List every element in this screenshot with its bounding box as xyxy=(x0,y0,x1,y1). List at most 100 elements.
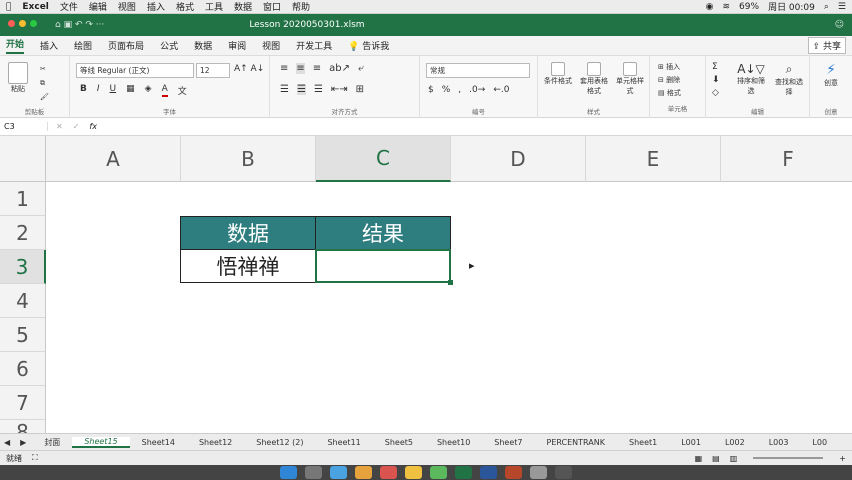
comma-icon[interactable]: , xyxy=(458,85,461,95)
finder-icon[interactable] xyxy=(280,466,297,479)
record-icon[interactable]: ◉ xyxy=(706,2,714,12)
wifi-icon[interactable]: ≋ xyxy=(723,2,731,12)
wrap-text-icon[interactable]: ⤶ xyxy=(358,63,364,74)
align-center-icon[interactable]: ☰ xyxy=(296,84,306,95)
powerpoint-icon[interactable] xyxy=(505,466,522,479)
merge-icon[interactable]: ⊞ xyxy=(356,84,364,95)
format-cells-button[interactable]: ▤ 格式 xyxy=(658,87,681,100)
sheet-tab-sheet11[interactable]: Sheet11 xyxy=(315,438,372,447)
align-middle-icon[interactable]: ≡ xyxy=(296,63,305,74)
search-icon[interactable]: ⌕ xyxy=(824,2,829,12)
sheet-tab-sheet12[interactable]: Sheet12 xyxy=(187,438,244,447)
word-icon[interactable] xyxy=(480,466,497,479)
align-bottom-icon[interactable]: ≡ xyxy=(313,63,321,74)
row-header-6[interactable]: 6 xyxy=(0,352,46,386)
border-icon[interactable]: ▦ xyxy=(126,84,135,97)
autosum-icon[interactable]: Σ xyxy=(712,62,718,72)
row-header-7[interactable]: 7 xyxy=(0,386,46,420)
sheet-tab-l003[interactable]: L003 xyxy=(757,438,801,447)
menu-file[interactable]: 文件 xyxy=(60,0,78,13)
sheet-tab-cover[interactable]: 封面 xyxy=(32,437,72,448)
clock[interactable]: 周日 00:09 xyxy=(768,0,815,13)
row-header-8[interactable]: 8 xyxy=(0,420,46,433)
cell-b2[interactable]: 数据 xyxy=(180,216,316,250)
col-header-f[interactable]: F xyxy=(721,136,852,182)
profile-icon[interactable]: ☺ xyxy=(835,20,844,30)
normal-view-icon[interactable]: ▦ xyxy=(695,454,703,463)
trash-icon[interactable] xyxy=(555,466,572,479)
percent-icon[interactable]: % xyxy=(442,85,451,95)
row-header-2[interactable]: 2 xyxy=(0,216,46,250)
menu-format[interactable]: 格式 xyxy=(176,0,194,13)
name-box[interactable]: C3 xyxy=(0,122,48,131)
row-header-4[interactable]: 4 xyxy=(0,284,46,318)
select-all-corner[interactable] xyxy=(0,136,46,182)
fill-color-icon[interactable]: ◈ xyxy=(145,84,152,97)
fill-handle[interactable] xyxy=(448,280,453,285)
col-header-d[interactable]: D xyxy=(451,136,586,182)
settings-icon[interactable] xyxy=(530,466,547,479)
format-as-table-button[interactable]: 套用表格格式 xyxy=(578,62,610,96)
tab-formulas[interactable]: 公式 xyxy=(160,39,178,52)
row-header-5[interactable]: 5 xyxy=(0,318,46,352)
cut-icon[interactable]: ✂ xyxy=(40,65,46,73)
sheet-tab-l00[interactable]: L00 xyxy=(800,438,839,447)
minimize-icon[interactable] xyxy=(19,20,26,27)
bold-icon[interactable]: B xyxy=(80,84,87,97)
page-layout-view-icon[interactable]: ▤ xyxy=(712,454,720,463)
col-header-e[interactable]: E xyxy=(586,136,721,182)
format-painter-icon[interactable]: 🖌 xyxy=(40,93,49,101)
font-size-select[interactable]: 12 xyxy=(196,63,230,78)
save-icon[interactable]: ⌂ ▣ ↶ ↷ ··· xyxy=(55,20,104,30)
insert-cells-button[interactable]: ⊞ 插入 xyxy=(658,61,681,74)
zoom-icon[interactable] xyxy=(30,20,37,27)
delete-cells-button[interactable]: ⊟ 删除 xyxy=(658,74,681,87)
cell-c2[interactable]: 结果 xyxy=(315,216,451,250)
apple-icon[interactable]:  xyxy=(6,2,11,12)
photos-icon[interactable] xyxy=(355,466,372,479)
calendar-icon[interactable] xyxy=(380,466,397,479)
indent-icon[interactable]: ⇤⇥ xyxy=(331,84,348,95)
font-color-icon[interactable]: A xyxy=(161,84,168,97)
font-grow-icon[interactable]: A↑ A↓ xyxy=(234,64,264,74)
sheet-tab-percentrank[interactable]: PERCENTRANK xyxy=(535,438,618,447)
sheet-tab-sheet5[interactable]: Sheet5 xyxy=(373,438,425,447)
font-name-select[interactable]: 等线 Regular (正文) xyxy=(76,63,194,78)
tab-developer[interactable]: 开发工具 xyxy=(296,39,332,52)
sheet-tab-l002[interactable]: L002 xyxy=(713,438,757,447)
menu-app[interactable]: Excel xyxy=(22,2,48,12)
increase-decimal-icon[interactable]: .0→ xyxy=(469,85,485,95)
safari-icon[interactable] xyxy=(330,466,347,479)
function-icon[interactable]: fx xyxy=(89,122,97,131)
messages-icon[interactable] xyxy=(430,466,447,479)
menu-tools[interactable]: 工具 xyxy=(205,0,223,13)
zoom-in-icon[interactable]: + xyxy=(839,454,846,463)
menu-view[interactable]: 视图 xyxy=(118,0,136,13)
scroll-right-icon[interactable]: ▶ xyxy=(14,438,32,447)
formula-input[interactable] xyxy=(105,118,852,135)
close-icon[interactable] xyxy=(8,20,15,27)
share-button[interactable]: ⇪ 共享 xyxy=(807,37,846,54)
align-left-icon[interactable]: ☰ xyxy=(280,84,289,95)
tab-view[interactable]: 视图 xyxy=(262,39,280,52)
currency-icon[interactable]: $ xyxy=(428,85,434,95)
menu-help[interactable]: 帮助 xyxy=(292,0,310,13)
zoom-slider[interactable] xyxy=(753,457,824,459)
col-header-b[interactable]: B xyxy=(181,136,316,182)
tab-page-layout[interactable]: 页面布局 xyxy=(108,39,144,52)
phonetic-icon[interactable]: 文 xyxy=(178,84,187,97)
decrease-decimal-icon[interactable]: ←.0 xyxy=(493,85,509,95)
align-right-icon[interactable]: ☰ xyxy=(314,84,323,95)
tab-draw[interactable]: 绘图 xyxy=(74,39,92,52)
col-header-a[interactable]: A xyxy=(46,136,181,182)
col-header-c[interactable]: C xyxy=(316,136,451,182)
menu-data[interactable]: 数据 xyxy=(234,0,252,13)
sheet-tab-sheet10[interactable]: Sheet10 xyxy=(425,438,482,447)
macro-record-icon[interactable]: ⛶ xyxy=(32,453,38,463)
tab-tell-me[interactable]: 💡 告诉我 xyxy=(348,39,389,52)
page-break-view-icon[interactable]: ▥ xyxy=(730,454,738,463)
copy-icon[interactable]: ⧉ xyxy=(40,79,45,87)
orientation-icon[interactable]: ab↗ xyxy=(329,63,350,74)
battery-text[interactable]: 69% xyxy=(739,2,759,12)
row-header-3[interactable]: 3 xyxy=(0,250,46,284)
